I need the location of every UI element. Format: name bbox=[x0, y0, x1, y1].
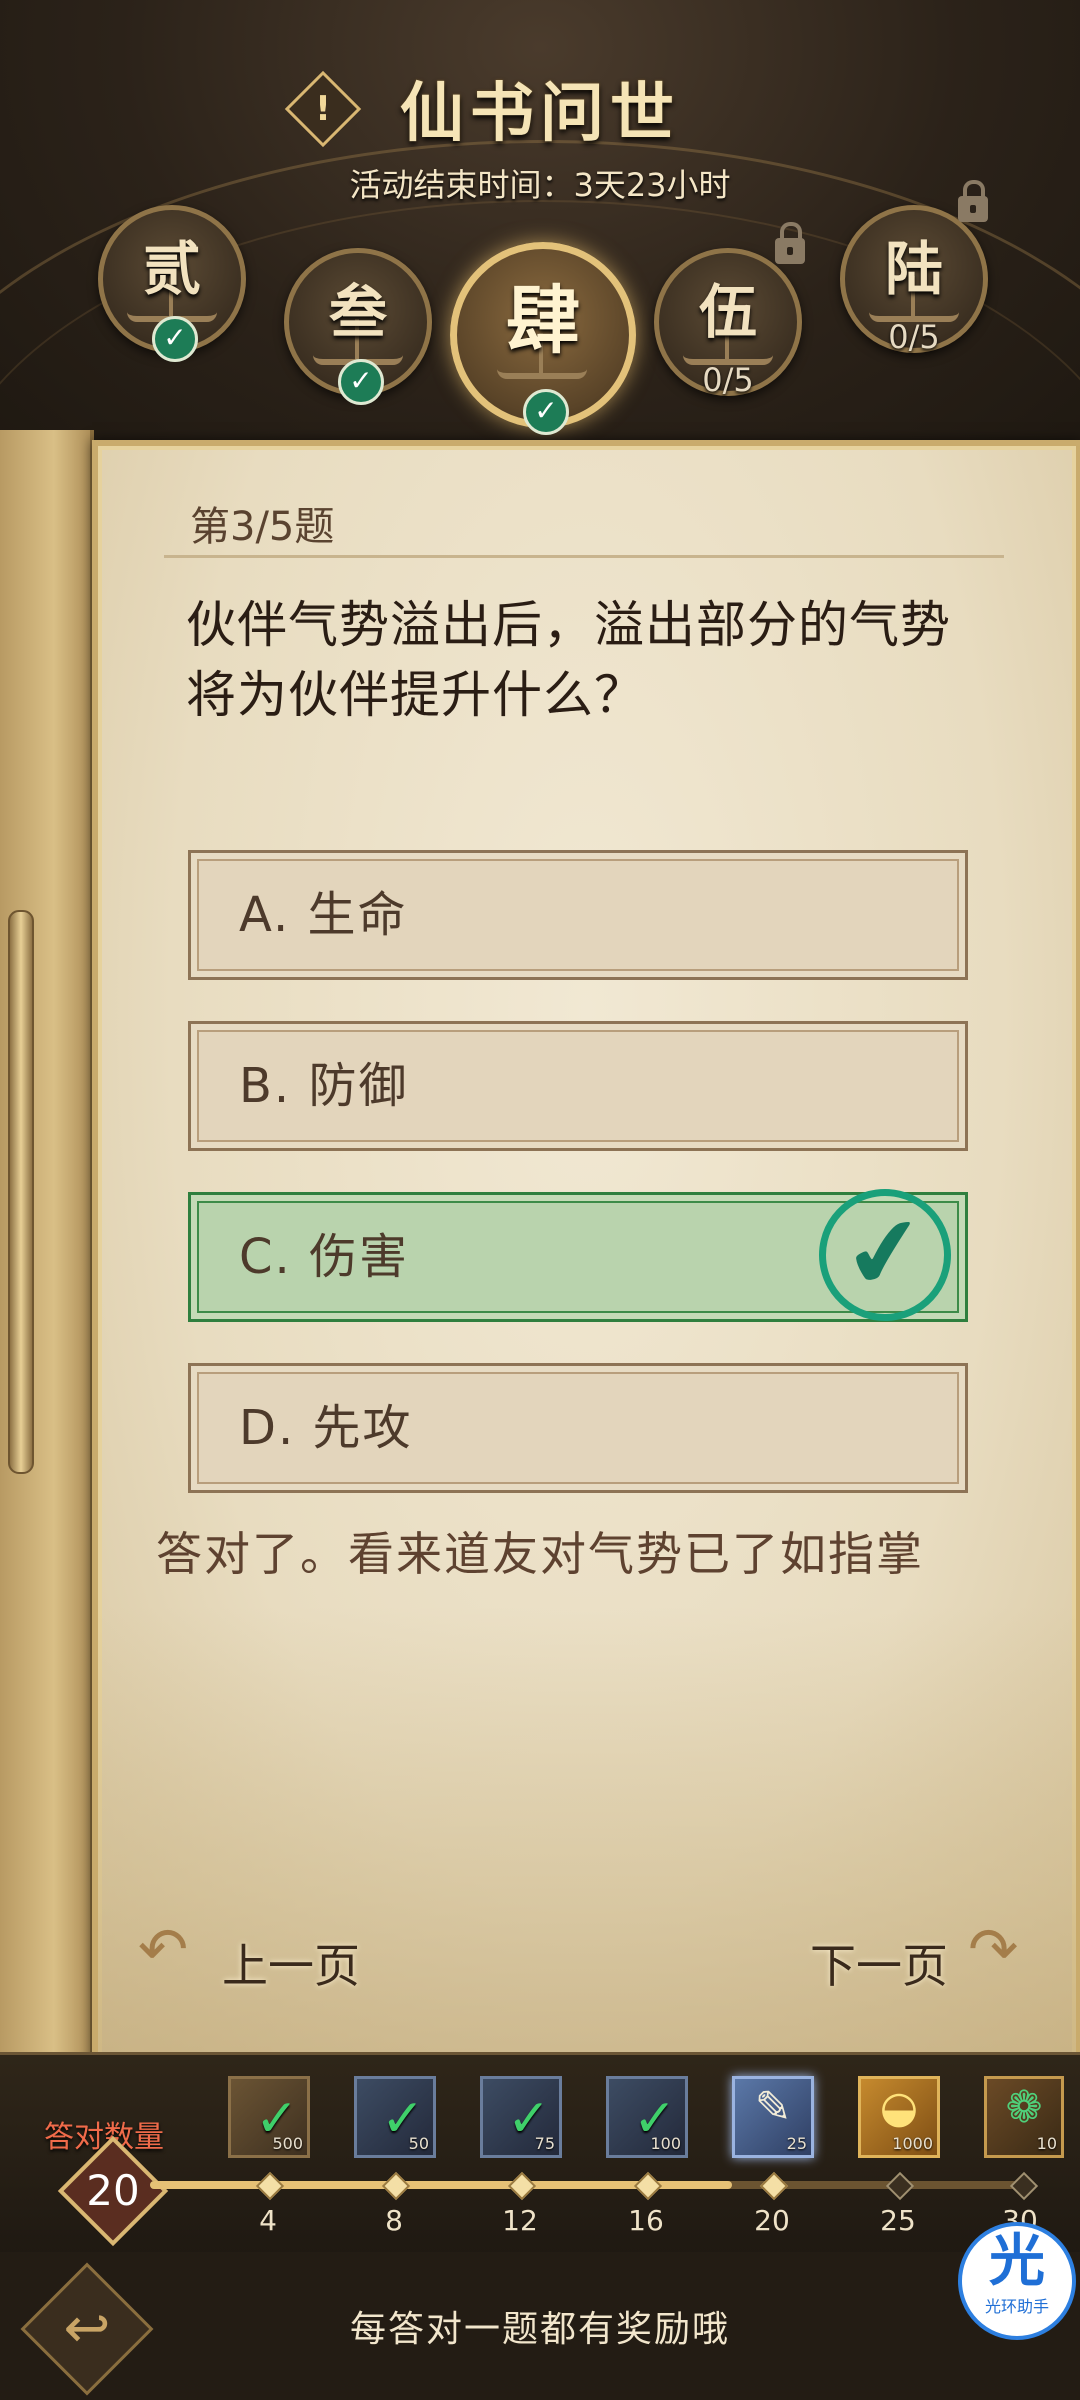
divider bbox=[164, 555, 1004, 558]
reward-item-1[interactable]: ✓ 500 bbox=[228, 2076, 310, 2158]
reward-qty: 1000 bbox=[892, 2134, 933, 2153]
page-title: 仙书问世 bbox=[400, 76, 680, 151]
chapter-label: 陆 bbox=[884, 235, 943, 303]
assistant-name: 光环助手 bbox=[984, 2297, 1049, 2316]
correct-check-icon: ✔ bbox=[810, 1180, 960, 1330]
reward-item-2[interactable]: ✓ 50 bbox=[354, 2076, 436, 2158]
reward-item-6[interactable]: ◒ 1000 bbox=[858, 2076, 940, 2158]
reward-tip: 每答对一题都有奖励哦 bbox=[349, 2309, 730, 2350]
option-label: C. 伤害 bbox=[239, 1229, 410, 1285]
chapter-label: 伍 bbox=[698, 278, 757, 346]
milestone-label: 8 bbox=[385, 2204, 403, 2237]
chapter-3[interactable]: 叁 ✓ bbox=[284, 248, 432, 405]
option-b[interactable]: B. 防御 bbox=[188, 1021, 968, 1151]
milestone-label: 20 bbox=[754, 2204, 790, 2237]
correct-count-value: 20 bbox=[86, 2166, 140, 2215]
answer-feedback: 答对了。看来道友对气势已了如指掌 bbox=[156, 1527, 924, 1581]
milestone-label: 12 bbox=[502, 2204, 538, 2237]
next-arrow-icon: ↷ bbox=[968, 1915, 1019, 1985]
reward-qty: 75 bbox=[534, 2134, 555, 2153]
chapter-6[interactable]: 陆 0/5 bbox=[840, 205, 988, 356]
event-end-time: 活动结束时间：3天23小时 bbox=[349, 166, 731, 204]
milestone-label: 4 bbox=[259, 2204, 277, 2237]
reward-qty: 50 bbox=[408, 2134, 429, 2153]
reward-item-3[interactable]: ✓ 75 bbox=[480, 2076, 562, 2158]
assistant-badge[interactable]: 光 光环助手 bbox=[958, 2222, 1076, 2340]
reward-qty: 25 bbox=[786, 2134, 807, 2153]
chapter-label: 肆 bbox=[506, 278, 580, 364]
chapter-progress: 0/5 bbox=[888, 318, 940, 356]
option-d[interactable]: D. 先攻 bbox=[188, 1363, 968, 1493]
reward-item-5[interactable]: ✎ 25 bbox=[732, 2076, 814, 2158]
chapter-5[interactable]: 伍 0/5 bbox=[654, 248, 802, 399]
option-label: D. 先攻 bbox=[239, 1400, 413, 1456]
reward-qty: 500 bbox=[272, 2134, 303, 2153]
chapter-2[interactable]: 贰 ✓ bbox=[98, 205, 246, 362]
chapter-label: 贰 bbox=[142, 235, 201, 303]
cloud-decoration bbox=[98, 1606, 1076, 2066]
chapter-progress: 0/5 bbox=[702, 361, 754, 399]
option-label: A. 生命 bbox=[239, 887, 408, 943]
left-scroll-panel bbox=[0, 430, 94, 2080]
jade-icon: ❁ bbox=[1005, 2082, 1043, 2133]
assistant-logo: 光 bbox=[989, 2229, 1045, 2294]
prev-arrow-icon: ↶ bbox=[138, 1915, 189, 1985]
scroll-icon: ✎ bbox=[754, 2082, 792, 2133]
reward-item-4[interactable]: ✓ 100 bbox=[606, 2076, 688, 2158]
option-c-correct[interactable]: C. 伤害 ✔ bbox=[188, 1180, 968, 1330]
question-number: 第3/5题 bbox=[190, 504, 335, 550]
milestone-label: 16 bbox=[628, 2204, 664, 2237]
chapter-label: 叁 bbox=[328, 278, 387, 346]
chapter-4-active[interactable]: 肆 ✓ bbox=[450, 242, 636, 435]
scroll-rod bbox=[8, 910, 34, 1474]
reward-qty: 10 bbox=[1036, 2134, 1057, 2153]
check-icon: ✓ bbox=[523, 389, 569, 435]
gold-ingot-icon: ◒ bbox=[879, 2082, 919, 2133]
reward-item-7[interactable]: ❁ 10 bbox=[984, 2076, 1064, 2158]
title-row: 仙书问世 bbox=[0, 62, 1080, 154]
prev-page-button[interactable]: 上一页 bbox=[222, 1930, 360, 1996]
option-a[interactable]: A. 生命 bbox=[188, 850, 968, 980]
next-page-button[interactable]: 下一页 bbox=[810, 1930, 948, 1996]
milestone-label: 25 bbox=[880, 2204, 916, 2237]
option-label: B. 防御 bbox=[239, 1058, 409, 1114]
question-text: 伙伴气势溢出后，溢出部分的气势将为伙伴提升什么？ bbox=[186, 596, 951, 724]
check-icon: ✓ bbox=[338, 359, 384, 405]
check-icon: ✓ bbox=[152, 316, 198, 362]
reward-qty: 100 bbox=[650, 2134, 681, 2153]
